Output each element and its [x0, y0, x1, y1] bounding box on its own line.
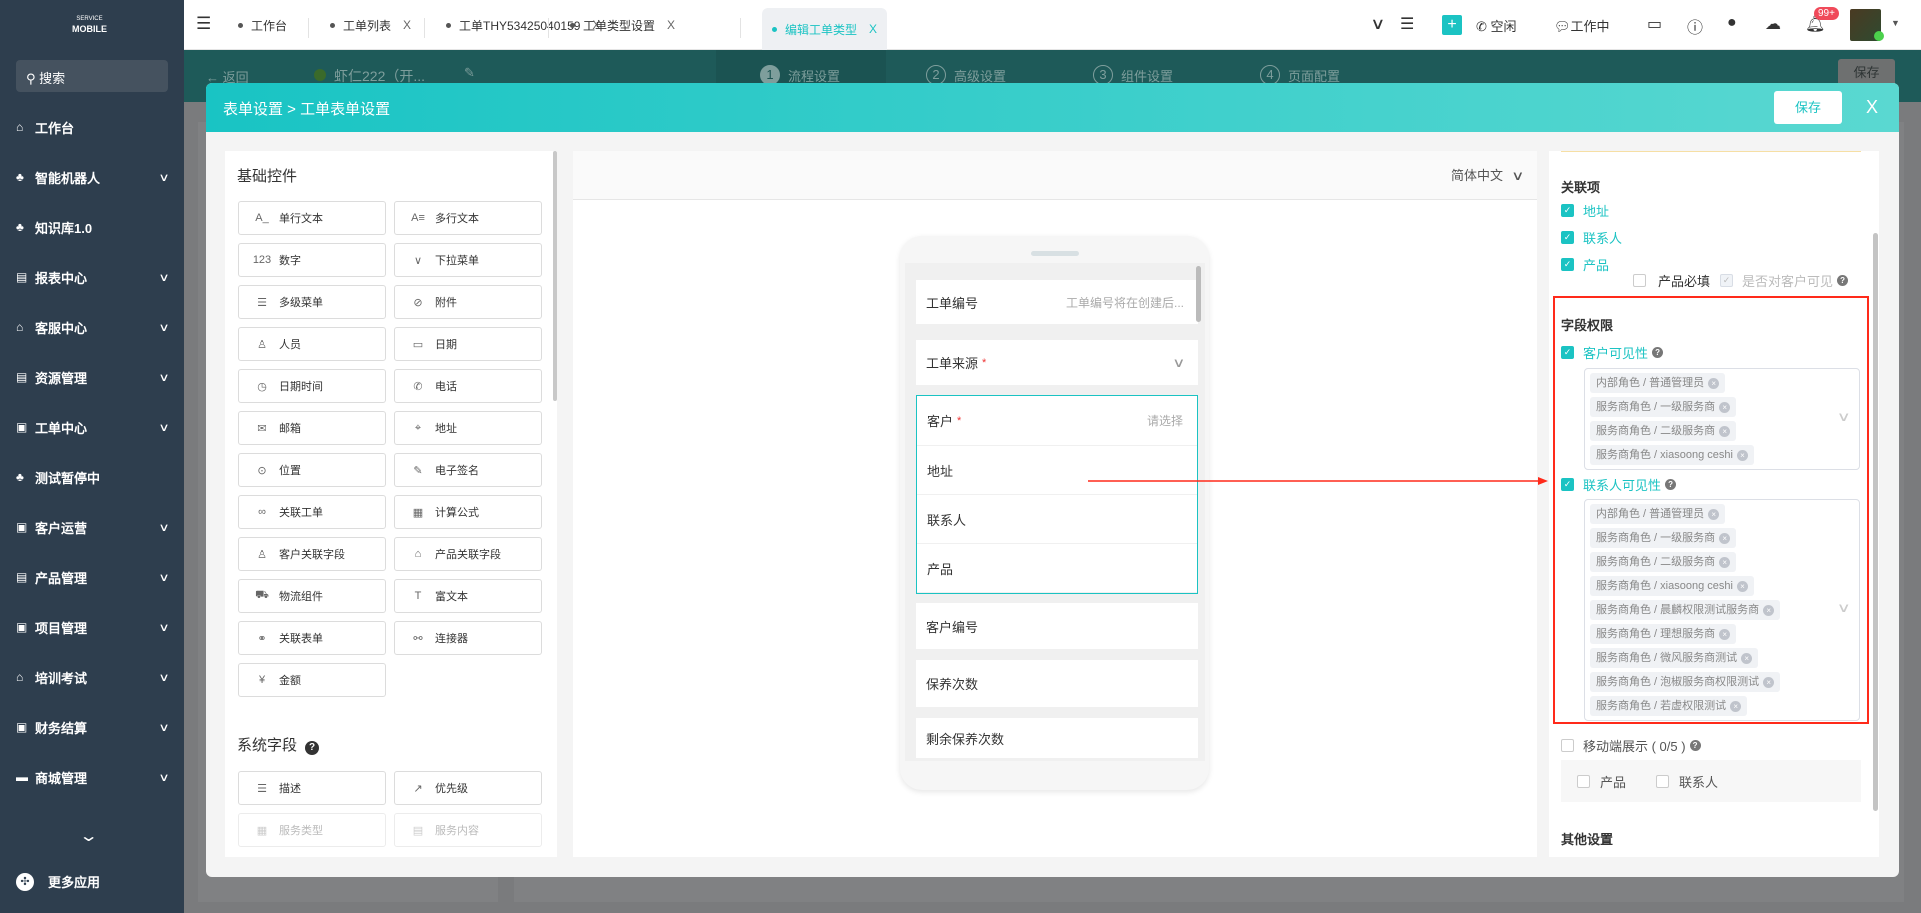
annotation-arrow: [1088, 477, 1548, 485]
arrow-head: [1538, 477, 1548, 485]
